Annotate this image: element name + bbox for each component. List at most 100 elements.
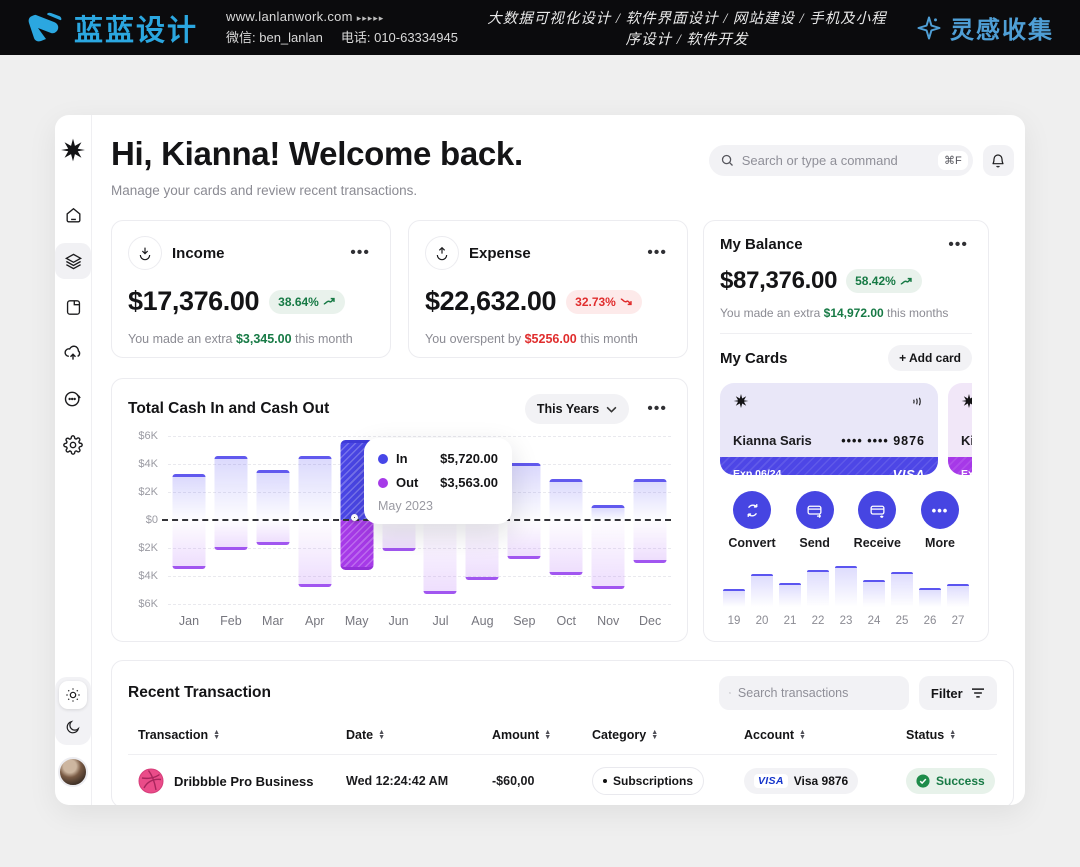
banner-arrows: ▸▸▸▸▸: [357, 13, 385, 23]
sparkle-star-icon: [916, 15, 942, 41]
banner-services: 大数据可视化设计 / 软件界面设计 / 网站建设 / 手机及小程序设计 / 软件…: [480, 7, 894, 49]
sun-icon: [65, 687, 81, 703]
bar-out: [298, 520, 331, 587]
bank-card-secondary[interactable]: Kianna Exp 06/2: [948, 383, 972, 475]
x-label-jan: Jan: [168, 614, 210, 628]
mini-label-19: 19: [720, 615, 748, 627]
balance-badge: 58.42%: [846, 269, 922, 293]
home-icon: [64, 206, 83, 225]
income-card: Income ••• $17,376.00 38.64% You made an…: [111, 220, 391, 358]
bank-card-primary[interactable]: Kianna Saris •••• •••• 9876 Exp 06/24 VI…: [720, 383, 938, 475]
bar-out: [172, 520, 205, 569]
tooltip-in-value: $5,720.00: [440, 451, 498, 466]
dark-mode-button[interactable]: [59, 713, 87, 741]
filter-button[interactable]: Filter: [919, 676, 997, 710]
daily-mini-chart: [720, 566, 972, 607]
mini-bar-21: [779, 583, 801, 607]
x-label-nov: Nov: [587, 614, 629, 628]
transaction-row[interactable]: Dribbble Pro Business Wed 12:24:42 AM -$…: [128, 755, 997, 805]
x-label-jul: Jul: [420, 614, 462, 628]
gear-icon: [63, 435, 83, 455]
more-button[interactable]: ••• More: [912, 491, 968, 550]
light-mode-button[interactable]: [59, 681, 87, 709]
bar-in: [550, 479, 583, 520]
transactions-search-input[interactable]: [738, 686, 899, 700]
mini-bar-20: [751, 574, 773, 607]
bar-out: [340, 520, 373, 570]
sidebar: [55, 115, 92, 805]
sort-icon: ▲▼: [544, 730, 551, 740]
balance-note: You made an extra $14,972.00 this months: [720, 306, 972, 320]
sidebar-nav: [55, 197, 91, 463]
cloud-upload-icon: [63, 343, 83, 363]
sort-icon: ▲▼: [213, 730, 220, 740]
banner-wechat: 微信: ben_lanlan: [226, 27, 323, 46]
bar-out: [424, 520, 457, 594]
transaction-date: Wed 12:24:42 AM: [346, 774, 492, 788]
card-holder-name: Kianna: [961, 433, 972, 448]
bar-out: [592, 520, 625, 589]
more-dots-icon: •••: [921, 491, 959, 529]
mini-label-21: 21: [776, 615, 804, 627]
column-header-date[interactable]: Date▲▼: [346, 728, 492, 742]
global-search[interactable]: ⌘F: [709, 145, 973, 176]
transactions-search[interactable]: [719, 676, 909, 710]
layers-icon: [64, 252, 83, 271]
in-dot: [378, 454, 388, 464]
x-label-dec: Dec: [629, 614, 671, 628]
convert-button[interactable]: Convert: [724, 491, 780, 550]
sidebar-item-cloud[interactable]: [55, 335, 91, 371]
sidebar-item-home[interactable]: [55, 197, 91, 233]
inspiration-collect-text: 灵感收集: [950, 10, 1054, 45]
expense-title: Expense: [469, 245, 531, 262]
sidebar-item-files[interactable]: [55, 289, 91, 325]
column-header-transaction[interactable]: Transaction▲▼: [138, 728, 346, 742]
y-tick-label: $4K: [138, 458, 158, 470]
sidebar-item-settings[interactable]: [55, 427, 91, 463]
column-header-category[interactable]: Category▲▼: [592, 728, 744, 742]
add-card-button[interactable]: + Add card: [888, 345, 972, 371]
theme-toggle: [55, 677, 91, 745]
search-icon: [720, 153, 735, 168]
trend-down-icon: [620, 296, 633, 307]
receive-button[interactable]: Receive: [849, 491, 905, 550]
cashflow-y-axis: $6K$4K$2K$0$2K$4K$6K: [128, 436, 160, 604]
gridline: [168, 604, 671, 605]
check-circle-icon: [916, 774, 930, 788]
card-holder-name: Kianna Saris: [733, 433, 812, 448]
page-subtitle: Manage your cards and review recent tran…: [111, 183, 523, 198]
arrow-up-tray-icon: [434, 245, 450, 261]
x-label-jun: Jun: [378, 614, 420, 628]
balance-menu-button[interactable]: •••: [944, 241, 972, 249]
moon-icon: [65, 719, 81, 735]
card-number-masked: •••• •••• 9876: [841, 434, 925, 448]
column-header-account[interactable]: Account▲▼: [744, 728, 906, 742]
expense-menu-button[interactable]: •••: [643, 249, 671, 257]
quick-actions: Convert Send Receive ••• More: [720, 491, 972, 550]
column-header-amount[interactable]: Amount▲▼: [492, 728, 592, 742]
visa-badge: VISA: [754, 774, 788, 788]
user-avatar[interactable]: [58, 757, 88, 787]
mini-bar-22: [807, 570, 829, 607]
trend-up-icon: [900, 276, 913, 287]
x-label-feb: Feb: [210, 614, 252, 628]
period-selector[interactable]: This Years: [525, 394, 629, 424]
sidebar-item-messages[interactable]: [55, 381, 91, 417]
income-menu-button[interactable]: •••: [346, 249, 374, 257]
convert-icon: [744, 502, 761, 519]
divider: [720, 333, 972, 334]
search-input[interactable]: [742, 153, 931, 168]
notifications-button[interactable]: [983, 145, 1014, 176]
income-note: You made an extra $3,345.00 this month: [128, 332, 374, 346]
bar-out: [550, 520, 583, 575]
chart-menu-button[interactable]: •••: [643, 405, 671, 413]
mini-label-22: 22: [804, 615, 832, 627]
expense-amount: $22,632.00: [425, 286, 556, 317]
x-label-oct: Oct: [545, 614, 587, 628]
trend-up-icon: [323, 296, 336, 307]
column-header-status[interactable]: Status▲▼: [906, 728, 995, 742]
dot-icon: [603, 779, 607, 783]
sidebar-item-dashboard[interactable]: [55, 243, 91, 279]
tooltip-marker-dot: [351, 514, 358, 521]
send-button[interactable]: Send: [787, 491, 843, 550]
